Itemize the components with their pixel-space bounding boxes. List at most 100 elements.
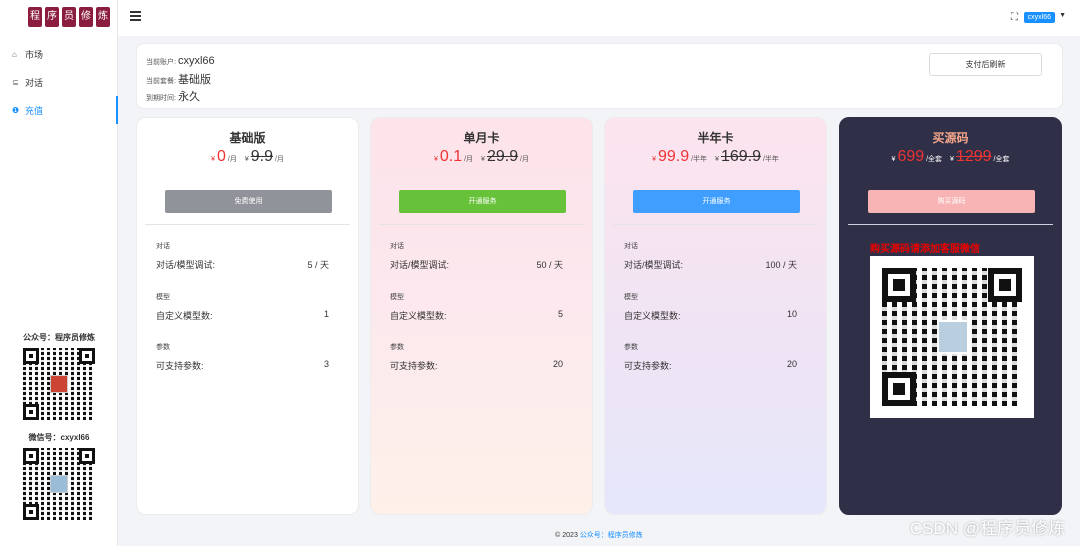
feature-row: 对话/模型调试: 50 / 天 xyxy=(390,258,563,271)
feature-row: 可支持参数: 20 xyxy=(624,359,797,372)
plan-price: ¥699 /全套 ¥1299 /全套 xyxy=(840,148,1061,166)
plan-card-half-year: 半年卡 ¥99.9 /半年 ¥169.9 /半年 开通服务 对话 对话/模型调试:… xyxy=(604,117,827,515)
feature-category: 模型 xyxy=(390,294,404,301)
sidebar-item-label: 市场 xyxy=(25,49,44,60)
top-header: ⛶ cxyxl66 ▼ xyxy=(118,0,1080,36)
fullscreen-icon[interactable]: ⛶ xyxy=(1011,12,1018,23)
expire-label: 到期时间: xyxy=(146,95,176,102)
user-badge[interactable]: cxyxl66 xyxy=(1023,12,1055,23)
currency-symbol: ¥ xyxy=(715,156,719,163)
qr-caption: 微信号：cxyxl66 xyxy=(28,433,90,442)
currency-symbol: ¥ xyxy=(481,156,485,163)
plan-row: 当前套餐: 基础版 xyxy=(146,71,211,87)
plan-card-basic: 基础版 ¥0 /月 ¥9.9 /月 免费使用 对话 对话/模型调试: 5 / 天 模… xyxy=(136,117,359,515)
qr-block-wechat: 微信号：cxyxl66 xyxy=(0,432,118,520)
price-unit: /全套 xyxy=(993,156,1010,163)
price-unit: /全套 xyxy=(926,156,943,163)
logo-seal: 员 xyxy=(62,7,76,27)
plan-title: 买源码 xyxy=(932,131,969,145)
feature-row: 自定义模型数: 1 xyxy=(156,309,329,322)
divider xyxy=(145,224,350,225)
qr-code-image xyxy=(870,256,1034,418)
feature-label: 可支持参数: xyxy=(156,361,204,371)
feature-row: 可支持参数: 20 xyxy=(390,359,563,372)
plan-title: 基础版 xyxy=(229,131,266,145)
qr-block-official: 公众号：程序员修炼 xyxy=(0,332,118,420)
feature-value: 5 / 天 xyxy=(307,260,329,270)
footer-link[interactable]: 公众号：程序员修炼 xyxy=(580,532,643,539)
feature-label: 对话/模型调试: xyxy=(156,260,216,270)
account-label: 当前账户: xyxy=(146,59,176,66)
logo-seal: 序 xyxy=(45,7,59,27)
feature-label: 可支持参数: xyxy=(624,361,672,371)
current-price: 0 xyxy=(217,148,226,165)
feature-category: 对话 xyxy=(156,243,170,250)
feature-label: 对话/模型调试: xyxy=(390,260,450,270)
promo-text: 购买源码请添加客服微信 xyxy=(870,244,980,255)
feature-value: 10 xyxy=(786,309,797,319)
sidebar-item-label: 对话 xyxy=(25,77,44,88)
feature-category: 参数 xyxy=(156,344,170,351)
sidebar: 程 序 员 修 炼 ⌂ 市场 ⊆ 对话 ❶ 充值 公众号：程序员修炼 微信号：c… xyxy=(0,0,118,546)
logo-seal: 程 xyxy=(28,7,42,27)
logo-seal: 修 xyxy=(79,7,93,27)
currency-symbol: ¥ xyxy=(950,156,954,163)
logo-seal: 炼 xyxy=(96,7,110,27)
current-price: 0.1 xyxy=(439,148,463,165)
sidebar-item-market[interactable]: ⌂ 市场 xyxy=(0,40,118,68)
feature-row: 对话/模型调试: 5 / 天 xyxy=(156,258,329,271)
watermark: CSDN @程序员修炼 xyxy=(909,519,1065,538)
caret-down-icon[interactable]: ▼ xyxy=(1059,12,1066,19)
copyright-text: © 2023 xyxy=(555,532,578,539)
feature-label: 自定义模型数: xyxy=(624,311,681,321)
home-icon: ⌂ xyxy=(12,49,17,59)
price-unit: /月 xyxy=(274,156,284,163)
current-price: 699 xyxy=(897,148,925,165)
plan-title: 单月卡 xyxy=(463,131,500,145)
feature-value: 20 xyxy=(552,359,563,369)
original-price: 29.9 xyxy=(486,148,519,165)
plan-card-source-code: 买源码 ¥699 /全套 ¥1299 /全套 购买源码 购买源码请添加客服微信 xyxy=(839,117,1062,515)
plan-title: 半年卡 xyxy=(697,131,734,145)
feature-label: 对话/模型调试: xyxy=(624,260,684,270)
free-use-button[interactable]: 免费使用 xyxy=(165,190,332,213)
qr-code-image xyxy=(23,348,95,420)
feature-value: 100 / 天 xyxy=(765,260,797,270)
price-unit: /月 xyxy=(227,156,237,163)
sidebar-item-chat[interactable]: ⊆ 对话 xyxy=(0,68,118,96)
chat-icon: ⊆ xyxy=(12,77,19,87)
currency-symbol: ¥ xyxy=(433,156,438,163)
sidebar-item-label: 充值 xyxy=(25,105,44,116)
open-service-button[interactable]: 开通服务 xyxy=(633,190,800,213)
sidebar-item-recharge[interactable]: ❶ 充值 xyxy=(0,96,118,124)
feature-row: 可支持参数: 3 xyxy=(156,359,329,372)
feature-row: 自定义模型数: 5 xyxy=(390,309,563,322)
plan-card-monthly: 单月卡 ¥0.1 /月 ¥29.9 /月 开通服务 对话 对话/模型调试: 50 /… xyxy=(370,117,593,515)
feature-label: 可支持参数: xyxy=(390,361,438,371)
original-price: 9.9 xyxy=(250,148,273,165)
refresh-after-pay-button[interactable]: 支付后刷新 xyxy=(929,53,1042,76)
expire-row: 到期时间: 永久 xyxy=(146,88,200,104)
open-service-button[interactable]: 开通服务 xyxy=(399,190,566,213)
plan-value: 基础版 xyxy=(177,74,211,86)
current-price: 99.9 xyxy=(658,148,690,165)
buy-source-button[interactable]: 购买源码 xyxy=(868,190,1035,213)
plan-price: ¥0 /月 ¥9.9 /月 xyxy=(137,148,358,166)
divider xyxy=(848,224,1053,225)
feature-value: 1 xyxy=(323,309,329,319)
currency-symbol: ¥ xyxy=(891,156,896,163)
qr-caption: 公众号：程序员修炼 xyxy=(23,333,95,342)
currency-symbol: ¥ xyxy=(652,156,656,163)
feature-category: 参数 xyxy=(390,344,404,351)
sidebar-menu: ⌂ 市场 ⊆ 对话 ❶ 充值 xyxy=(0,40,118,124)
feature-category: 参数 xyxy=(624,344,638,351)
account-row: 当前账户: cxyxl66 xyxy=(146,55,215,67)
divider xyxy=(379,224,584,225)
price-unit: /月 xyxy=(520,156,529,163)
feature-label: 自定义模型数: xyxy=(156,311,213,321)
plan-label: 当前套餐: xyxy=(146,78,176,85)
plan-price: ¥99.9 /半年 ¥169.9 /半年 xyxy=(605,148,826,166)
menu-icon[interactable] xyxy=(130,11,141,21)
currency-symbol: ¥ xyxy=(244,156,249,163)
feature-label: 自定义模型数: xyxy=(390,311,447,321)
